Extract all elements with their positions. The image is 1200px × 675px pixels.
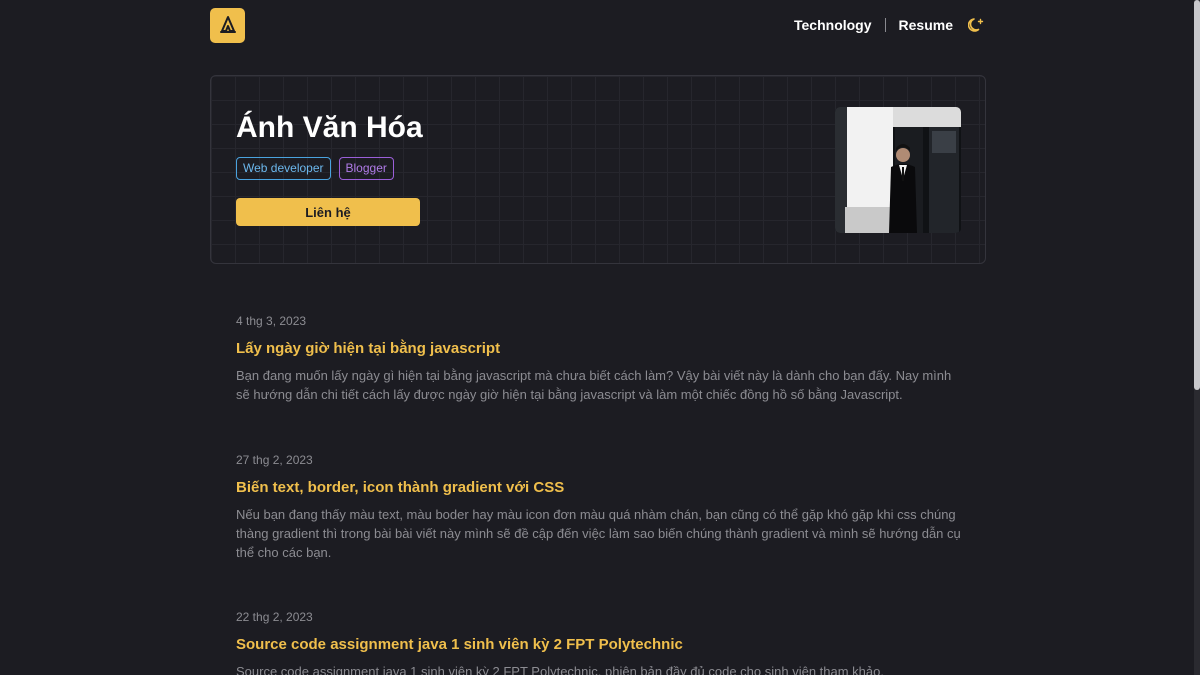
page-container: Technology Resume Ánh Văn Hóa Web develo… <box>210 0 986 675</box>
profile-name: Ánh Văn Hóa <box>236 111 423 144</box>
post-excerpt: Nếu bạn đang thấy màu text, màu boder ha… <box>236 507 961 560</box>
post-title-link[interactable]: Lấy ngày giờ hiện tại bằng javascript <box>236 340 966 360</box>
list-item: 4 thg 3, 2023 Lấy ngày giờ hiện tại bằng… <box>236 314 966 453</box>
post-excerpt: Source code assignment java 1 sinh viên … <box>236 664 884 675</box>
list-item: 27 thg 2, 2023 Biến text, border, icon t… <box>236 453 966 610</box>
logo-icon[interactable] <box>210 7 245 43</box>
top-navbar: Technology Resume <box>210 0 986 50</box>
post-date: 4 thg 3, 2023 <box>236 314 307 328</box>
post-list: 4 thg 3, 2023 Lấy ngày giờ hiện tại bằng… <box>236 314 966 675</box>
profile-tags: Web developer Blogger <box>236 157 394 180</box>
profile-hero: Ánh Văn Hóa Web developer Blogger Liên h… <box>210 75 986 264</box>
tag-blogger: Blogger <box>338 157 394 180</box>
post-date: 27 thg 2, 2023 <box>236 453 313 467</box>
post-title-link[interactable]: Source code assignment java 1 sinh viên … <box>236 636 966 656</box>
nav-technology-link[interactable]: Technology <box>794 17 872 33</box>
main-nav: Technology Resume <box>794 16 986 34</box>
contact-button[interactable]: Liên hệ <box>236 198 420 226</box>
post-title-link[interactable]: Biến text, border, icon thành gradient v… <box>236 479 966 499</box>
post-date: 22 thg 2, 2023 <box>236 610 313 624</box>
moon-icon[interactable] <box>968 16 986 34</box>
nav-divider <box>884 18 886 32</box>
list-item: 22 thg 2, 2023 Source code assignment ja… <box>236 610 966 675</box>
post-excerpt: Bạn đang muốn lấy ngày gì hiện tại bằng … <box>236 368 952 402</box>
nav-resume-link[interactable]: Resume <box>899 17 953 33</box>
profile-photo <box>835 107 961 233</box>
tag-web-developer: Web developer <box>236 157 331 180</box>
scrollbar-thumb[interactable] <box>1194 0 1200 390</box>
